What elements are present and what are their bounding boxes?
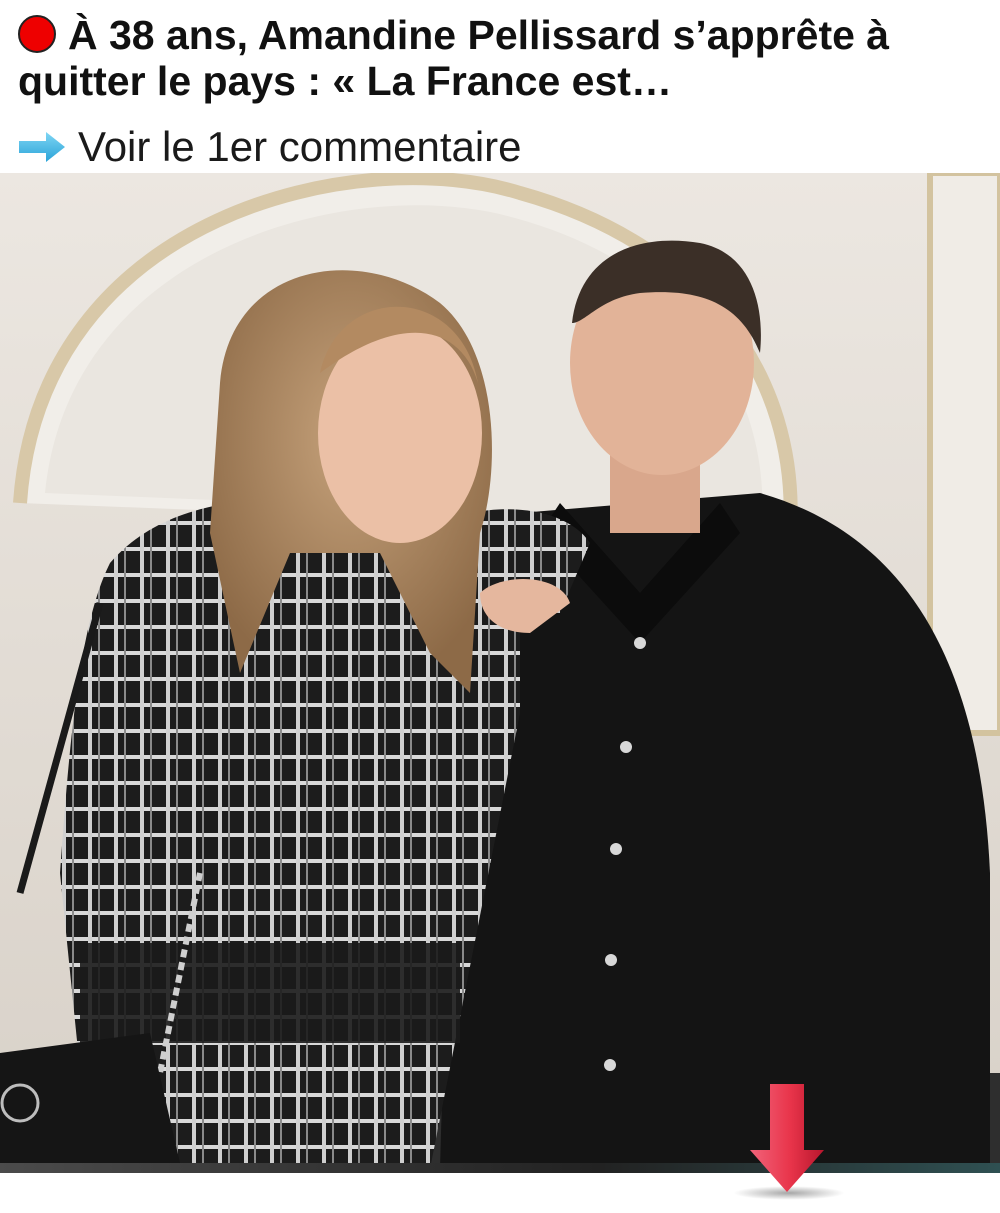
headline-text: À 38 ans, Amandine Pellissard s’apprête … bbox=[18, 12, 890, 104]
headline[interactable]: À 38 ans, Amandine Pellissard s’apprête … bbox=[18, 12, 988, 104]
photo-illustration bbox=[0, 173, 1000, 1169]
cta-label: Voir le 1er commentaire bbox=[78, 123, 522, 170]
bottom-strip bbox=[0, 1163, 1000, 1173]
red-dot-icon bbox=[18, 15, 56, 53]
right-arrow-icon bbox=[19, 132, 65, 162]
article-photo[interactable] bbox=[0, 173, 1000, 1169]
down-arrow-icon[interactable] bbox=[748, 1080, 828, 1196]
see-first-comment-link[interactable]: Voir le 1er commentaire bbox=[18, 123, 522, 170]
